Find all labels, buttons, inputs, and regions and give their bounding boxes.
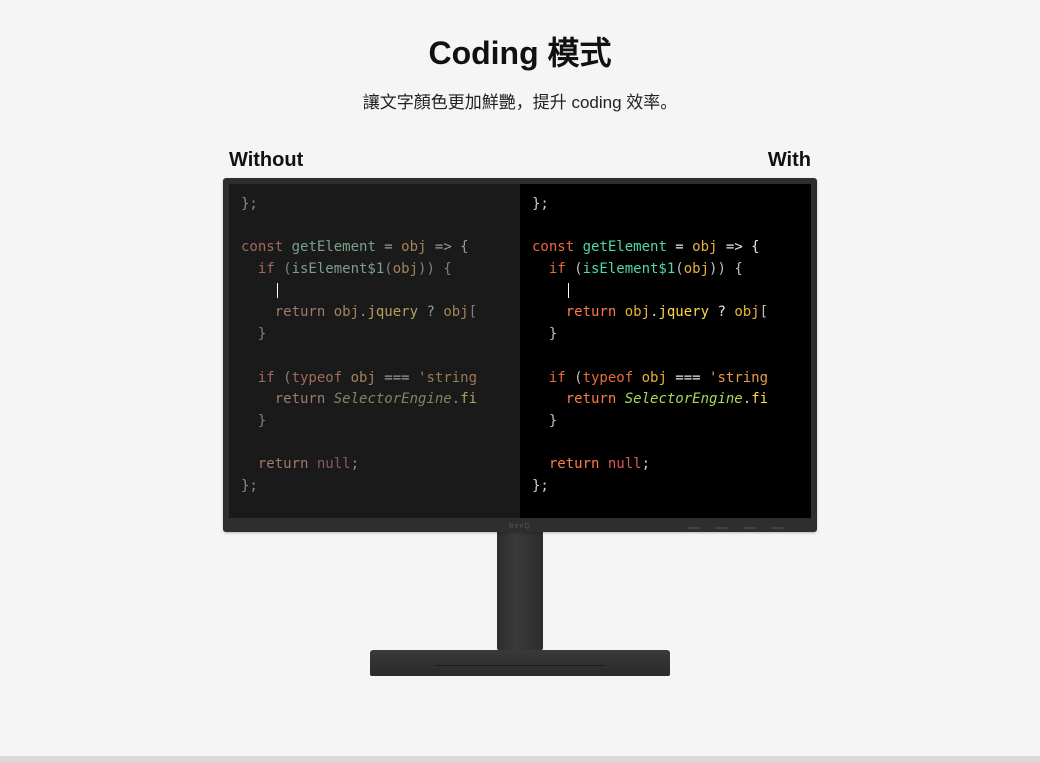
monitor-neck: [497, 532, 543, 650]
monitor-screen: }; const getElement = obj => { if (isEle…: [229, 184, 811, 518]
page-subtitle: 讓文字顏色更加鮮艷，提升 coding 效率。: [0, 88, 1040, 113]
monitor-brand-logo: BenQ: [509, 523, 531, 530]
monitor-bezel: }; const getElement = obj => { if (isEle…: [223, 178, 817, 532]
monitor-button-icon: [715, 527, 727, 529]
label-with: With: [768, 149, 811, 172]
code-pane-without: }; const getElement = obj => { if (isEle…: [229, 184, 520, 518]
page-title: Coding 模式: [0, 0, 1040, 74]
monitor-button-icon: [771, 527, 783, 529]
monitor: }; const getElement = obj => { if (isEle…: [223, 178, 817, 676]
footer-divider: [0, 756, 1040, 762]
comparison-labels: Without With: [223, 149, 817, 172]
monitor-base: [370, 650, 670, 676]
text-cursor-icon: [568, 283, 569, 298]
monitor-buttons: [687, 527, 783, 529]
text-cursor-icon: [277, 283, 278, 298]
monitor-button-icon: [743, 527, 755, 529]
label-without: Without: [229, 149, 303, 172]
code-pane-with: }; const getElement = obj => { if (isEle…: [520, 184, 811, 518]
monitor-button-icon: [687, 527, 699, 529]
